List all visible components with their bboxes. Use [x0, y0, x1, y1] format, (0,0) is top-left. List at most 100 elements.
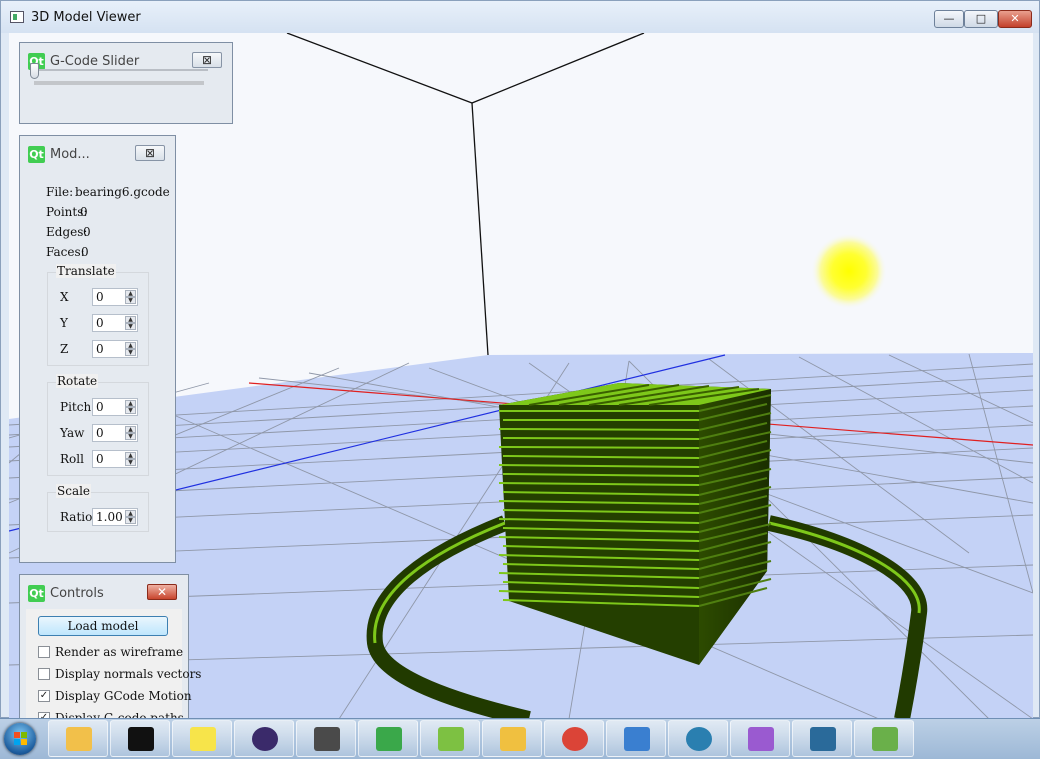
edges-value: 0 — [83, 225, 91, 239]
translate-y-spinbox[interactable]: 0 ▲ ▼ — [92, 314, 138, 332]
windows-logo-icon — [4, 723, 36, 755]
taskbar-button[interactable] — [482, 720, 542, 757]
minimize-button[interactable]: — — [934, 10, 964, 28]
panel-title: Mod... — [50, 147, 90, 162]
points-value: 0 — [80, 205, 88, 219]
spin-arrows[interactable]: ▲ ▼ — [125, 316, 136, 330]
command-prompt-icon — [128, 727, 154, 751]
yaw-label: Yaw — [60, 426, 85, 440]
scale-title: Scale — [56, 484, 92, 498]
android-studio-icon — [438, 727, 464, 751]
gcode-slider-handle[interactable] — [30, 63, 39, 79]
taskbar-button[interactable] — [606, 720, 666, 757]
taskbar-button[interactable] — [110, 720, 170, 757]
rotate-roll-spinbox[interactable]: 0 ▲ ▼ — [92, 450, 138, 468]
pitch-label: Pitch — [60, 400, 92, 414]
roll-label: Roll — [60, 452, 84, 466]
notepad-plus-plus-icon — [872, 727, 898, 751]
viewer-app-icon — [810, 727, 836, 751]
outlook-icon — [500, 727, 526, 751]
spin-value: 0 — [96, 426, 104, 440]
wireframe-checkbox[interactable] — [38, 646, 50, 658]
sublime-text-icon — [314, 727, 340, 751]
spin-value: 0 — [96, 290, 104, 304]
slider-progress — [34, 81, 204, 85]
qt-logo-icon: Qt — [28, 585, 45, 602]
network-app-icon — [686, 727, 712, 751]
taskbar-button[interactable] — [854, 720, 914, 757]
controls-body: Load model Render as wireframe Display n… — [26, 609, 201, 725]
spin-value: 0 — [96, 342, 104, 356]
translate-title: Translate — [56, 264, 116, 278]
taskbar-button[interactable] — [544, 720, 604, 757]
spin-arrows[interactable]: ▲ ▼ — [125, 426, 136, 440]
translate-z-spinbox[interactable]: 0 ▲ ▼ — [92, 340, 138, 358]
spin-value: 0 — [96, 452, 104, 466]
rotate-title: Rotate — [56, 374, 99, 388]
file-value: bearing6.gcode — [75, 185, 170, 199]
panel-close-button[interactable]: ⊠ — [135, 145, 165, 161]
scale-ratio-spinbox[interactable]: 1.00 ▲ ▼ — [92, 508, 138, 526]
window-title: 3D Model Viewer — [31, 10, 141, 25]
model-layer-front — [498, 446, 700, 449]
spin-arrows[interactable]: ▲ ▼ — [125, 510, 136, 524]
slider-track[interactable] — [34, 69, 208, 71]
faces-label: Faces: — [46, 245, 85, 259]
sticky-notes-icon — [190, 727, 216, 751]
qt-logo-icon: Qt — [28, 146, 45, 163]
model-layer-front — [502, 437, 700, 440]
taskbar — [0, 718, 1040, 759]
title-bar[interactable]: 3D Model Viewer — □ ✕ — [1, 1, 1039, 33]
gcode-slider-panel: Qt G-Code Slider ⊠ — [19, 42, 233, 124]
model-panel: Qt Mod... ⊠ File: bearing6.gcode Points:… — [19, 135, 176, 563]
maximize-button[interactable]: □ — [964, 10, 998, 28]
eclipse-icon — [252, 727, 278, 751]
spin-arrows[interactable]: ▲ ▼ — [125, 342, 136, 356]
panel-close-button[interactable]: ✕ — [147, 584, 177, 600]
ratio-label: Ratio — [60, 510, 93, 524]
chrome-icon — [562, 727, 588, 751]
load-model-button[interactable]: Load model — [38, 616, 168, 636]
taskbar-button[interactable] — [730, 720, 790, 757]
taskbar-button[interactable] — [420, 720, 480, 757]
spin-value: 0 — [96, 400, 104, 414]
x-label: X — [60, 290, 69, 304]
panel-close-button[interactable]: ⊠ — [192, 52, 222, 68]
spin-arrows[interactable]: ▲ ▼ — [125, 400, 136, 414]
taskbar-button[interactable] — [668, 720, 728, 757]
controls-panel: Qt Controls ✕ Load model Render as wiref… — [19, 574, 201, 725]
taskbar-button[interactable] — [172, 720, 232, 757]
file-explorer-icon — [66, 727, 92, 751]
spin-arrows[interactable]: ▲ ▼ — [125, 452, 136, 466]
paint-icon — [748, 727, 774, 751]
start-button[interactable] — [0, 720, 40, 758]
taskbar-button[interactable] — [234, 720, 294, 757]
taskbar-button[interactable] — [296, 720, 356, 757]
taskbar-button[interactable] — [792, 720, 852, 757]
panel-header[interactable]: Qt Controls ✕ — [26, 581, 182, 607]
taskbar-button[interactable] — [48, 720, 108, 757]
app-icon — [10, 11, 24, 23]
control-panel-icon — [624, 727, 650, 751]
taskbar-button[interactable] — [358, 720, 418, 757]
panel-title: Controls — [50, 586, 104, 601]
qt-creator-icon — [376, 727, 402, 751]
spin-value: 0 — [96, 316, 104, 330]
normals-label: Display normals vectors — [55, 667, 202, 681]
spin-value: 1.00 — [96, 510, 123, 524]
gcode-motion-label: Display GCode Motion — [55, 689, 192, 703]
close-button[interactable]: ✕ — [998, 10, 1032, 28]
panel-header[interactable]: Qt G-Code Slider ⊠ — [26, 49, 226, 75]
file-label: File: — [46, 185, 74, 199]
translate-x-spinbox[interactable]: 0 ▲ ▼ — [92, 288, 138, 306]
y-label: Y — [60, 316, 68, 330]
panel-header[interactable]: Qt Mod... ⊠ — [26, 142, 169, 168]
panel-title: G-Code Slider — [50, 54, 140, 69]
wireframe-label: Render as wireframe — [55, 645, 184, 659]
rotate-yaw-spinbox[interactable]: 0 ▲ ▼ — [92, 424, 138, 442]
spin-arrows[interactable]: ▲ ▼ — [125, 290, 136, 304]
normals-checkbox[interactable] — [38, 668, 50, 680]
rotate-pitch-spinbox[interactable]: 0 ▲ ▼ — [92, 398, 138, 416]
edges-label: Edges: — [46, 225, 88, 239]
gcode-motion-checkbox[interactable]: ✓ — [38, 690, 50, 702]
